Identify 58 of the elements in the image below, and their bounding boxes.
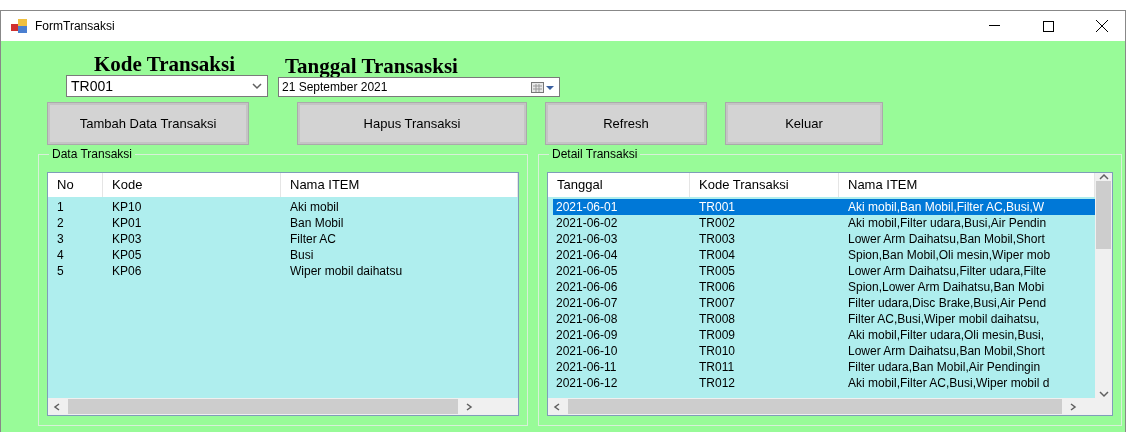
list-row[interactable]: 2021-06-01 TR001 Aki mobil,Ban Mobil,Filter AC,Busi,W	[553, 199, 1095, 215]
table-cell-text: KP06	[111, 263, 143, 279]
scroll-right-icon[interactable]	[1069, 401, 1077, 412]
list-row[interactable]: 2021-06-12 TR012 Aki mobil,Filter AC,Busi,Wiper mobil d	[553, 375, 1095, 391]
table-cell-text: 4	[56, 247, 65, 263]
date-picker[interactable]: 21 September 2021	[278, 77, 560, 97]
list-row[interactable]: 2021-06-03 TR003 Lower Arm Daihatsu,Ban Mobil,Short	[553, 231, 1095, 247]
table-cell-text: Aki mobil	[289, 199, 340, 215]
column-header[interactable]: Tanggal	[548, 173, 690, 197]
close-icon[interactable]	[1096, 20, 1108, 32]
column-header[interactable]: Nama ITEM	[281, 173, 518, 197]
action-button[interactable]: Refresh	[546, 103, 706, 144]
table-cell-text: 3	[56, 231, 65, 247]
calendar-icon[interactable]	[531, 81, 555, 93]
column-header[interactable]: No	[48, 173, 103, 197]
scroll-left-icon[interactable]	[53, 401, 61, 412]
table-cell-text: Busi	[289, 247, 315, 263]
column-header[interactable]: Kode Transaksi	[690, 173, 839, 197]
minimize-icon[interactable]	[988, 25, 1000, 27]
list-row[interactable]: 2021-06-06 TR006 Spion,Lower Arm Daihatsu,Ban Mobi	[553, 279, 1095, 295]
table-cell-text: KP01	[111, 215, 143, 231]
action-button[interactable]: Hapus Transaksi	[298, 103, 526, 144]
action-button[interactable]: Keluar	[726, 103, 882, 144]
group-title: Data Transaksi	[49, 147, 136, 161]
maximize-icon[interactable]	[1042, 20, 1054, 32]
horizontal-scrollbar[interactable]	[548, 398, 1112, 415]
list-row[interactable]: 2021-06-09 TR009 Aki mobil,Filter udara,Oli mesin,Busi,	[553, 327, 1095, 343]
table-cell-text: KP10	[111, 199, 143, 215]
list-row[interactable]: 2021-06-07 TR007 Filter udara,Disc Brake,Busi,Air Pend	[553, 295, 1095, 311]
list-row[interactable]: 2021-06-02 TR002 Aki mobil,Filter udara,Busi,Air Pendin	[553, 215, 1095, 231]
table-cell-text: Filter AC	[289, 231, 337, 247]
table-cell-text: Wiper mobil daihatsu	[289, 263, 404, 279]
list-row[interactable]: 2021-06-05 TR005 Lower Arm Daihatsu,Filter udara,Filte	[553, 263, 1095, 279]
table-cell-text: Ban Mobil	[289, 215, 345, 231]
table-cell-text: KP05	[111, 247, 143, 263]
chevron-down-icon[interactable]	[252, 82, 262, 90]
scroll-down-icon[interactable]	[1098, 390, 1109, 398]
field-label: Tanggal Transasksi	[284, 55, 459, 77]
table-cell-text: 5	[56, 263, 65, 279]
column-header[interactable]: Kode	[103, 173, 281, 197]
list-row[interactable]: 2021-06-11 TR011 Filter udara,Ban Mobil,Air Pendingin	[553, 359, 1095, 375]
group-title: Detail Transaksi	[549, 147, 641, 161]
field-label: Kode Transaksi	[93, 53, 236, 75]
vertical-scrollbar[interactable]	[1095, 173, 1112, 398]
scroll-up-icon[interactable]	[1098, 173, 1109, 181]
list-row[interactable]: 2021-06-10 TR010 Lower Arm Daihatsu,Ban Mobil,Short	[553, 343, 1095, 359]
scroll-left-icon[interactable]	[553, 401, 561, 412]
action-button[interactable]: Tambah Data Transaksi	[48, 103, 248, 144]
table-cell-text: 2	[56, 215, 65, 231]
window-title: FormTransaksi	[35, 19, 116, 33]
table-cell-text: 1	[56, 199, 65, 215]
scroll-right-icon[interactable]	[465, 401, 473, 412]
list-row[interactable]: 2021-06-04 TR004 Spion,Ban Mobil,Oli mesin,Wiper mob	[553, 247, 1095, 263]
list-row[interactable]: 2021-06-08 TR008 Filter AC,Busi,Wiper mobil daihatsu,	[553, 311, 1095, 327]
table-cell-text: KP03	[111, 231, 143, 247]
transaction-code-dropdown[interactable]: TR001	[66, 75, 268, 97]
app-icon	[11, 19, 27, 33]
horizontal-scrollbar[interactable]	[48, 398, 518, 415]
